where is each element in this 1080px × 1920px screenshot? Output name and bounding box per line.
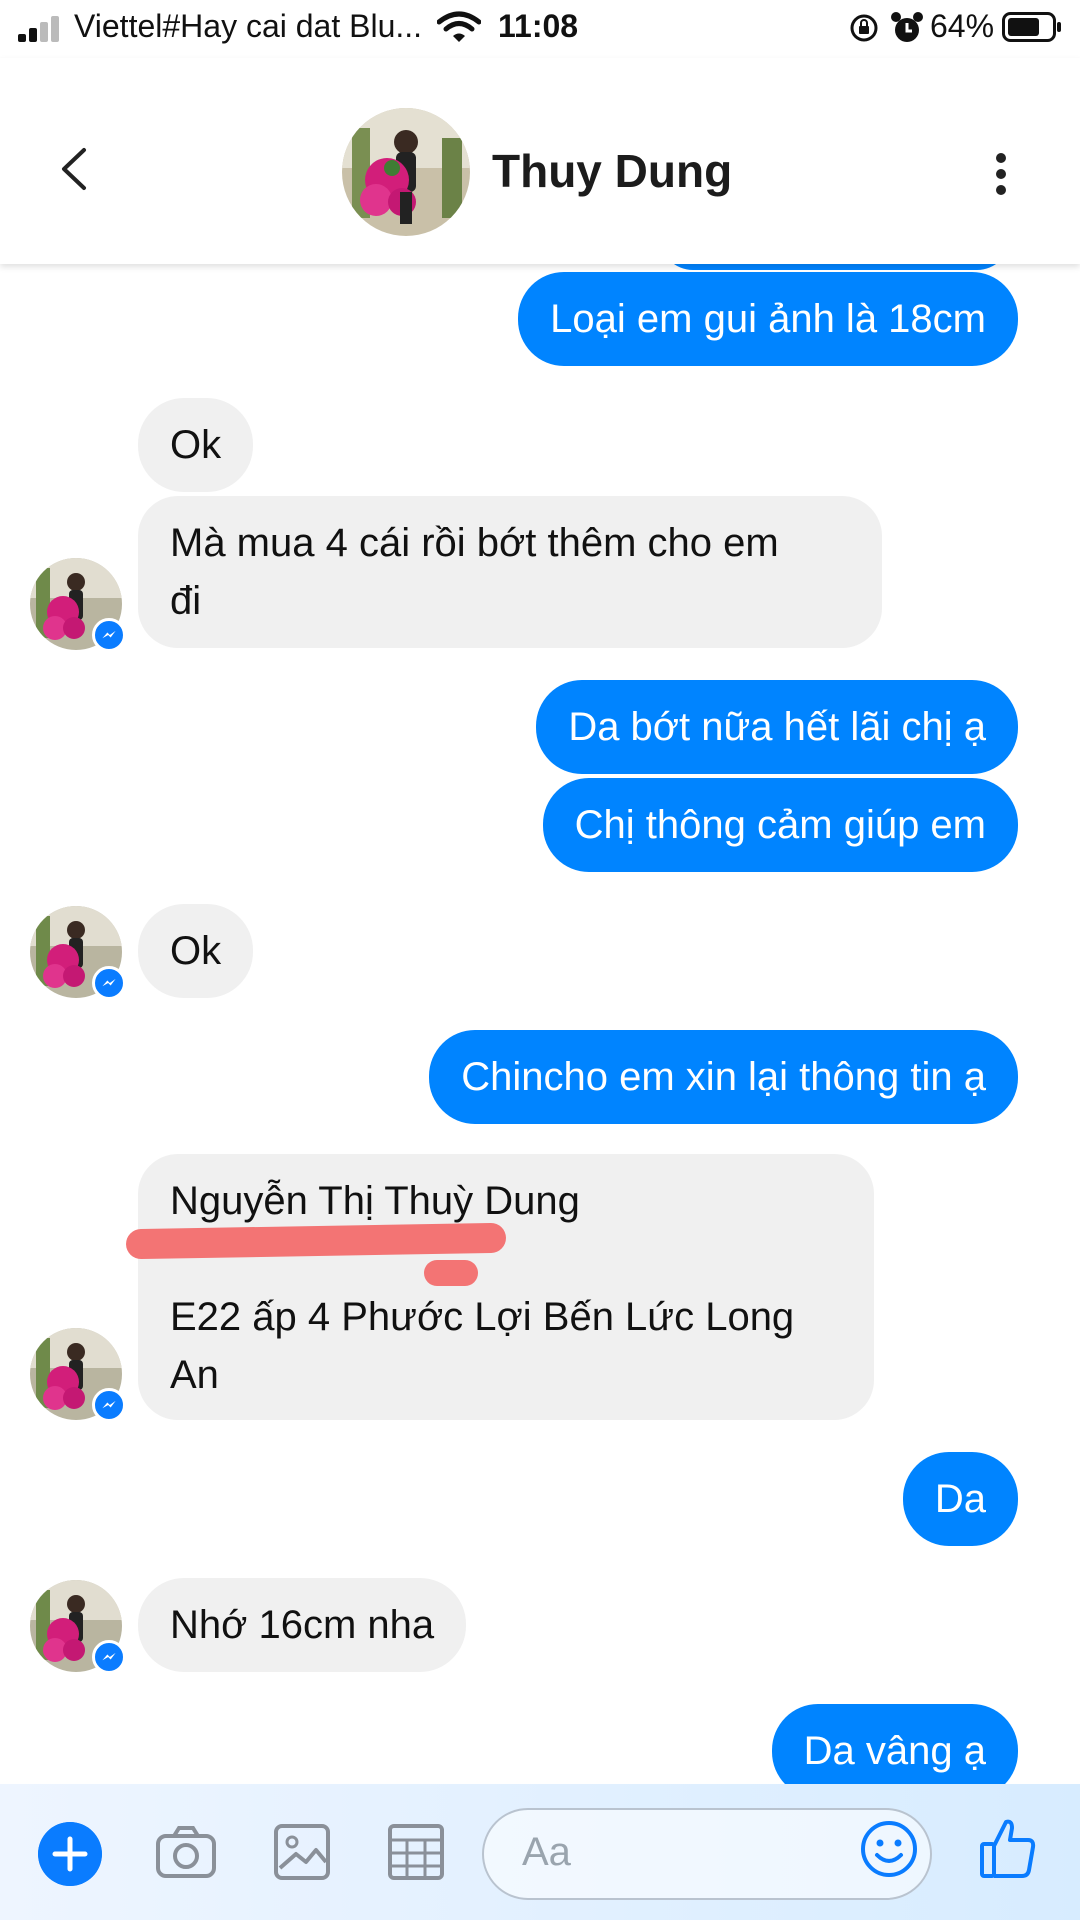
wifi-icon bbox=[437, 11, 481, 42]
status-time: 11:08 bbox=[498, 8, 579, 44]
battery-percentage: 64% bbox=[930, 8, 995, 44]
alarm-icon bbox=[891, 12, 923, 42]
emoji-icon[interactable] bbox=[860, 1820, 918, 1878]
vertical-ellipsis-icon[interactable] bbox=[986, 150, 1016, 198]
image-icon[interactable] bbox=[270, 1822, 334, 1882]
message-bubble-outgoing[interactable]: Da bớt nữa hết lãi chị ạ bbox=[536, 680, 1018, 774]
sender-avatar[interactable] bbox=[30, 1580, 126, 1674]
message-bubble-outgoing[interactable]: Chincho em xin lại thông tin ạ bbox=[429, 1030, 1018, 1124]
message-bubble-incoming[interactable]: Ok bbox=[138, 904, 254, 998]
messenger-badge-icon bbox=[92, 1640, 126, 1674]
message-bubble-incoming[interactable]: Nguyễn Thị Thuỳ Dung E22 ấp 4 Phước Lợi … bbox=[138, 1154, 874, 1420]
message-bubble-incoming[interactable]: Mà mua 4 cái rồi bớt thêm cho em đi bbox=[138, 496, 882, 648]
contact-name[interactable]: Thuy Dung bbox=[492, 144, 732, 198]
plus-icon[interactable] bbox=[38, 1822, 102, 1886]
messenger-badge-icon bbox=[92, 618, 126, 652]
messenger-badge-icon bbox=[92, 966, 126, 1000]
sender-avatar[interactable] bbox=[30, 1328, 126, 1422]
rotation-lock-icon bbox=[850, 14, 878, 42]
message-bubble-outgoing[interactable]: Da vâng ạ bbox=[771, 1704, 1018, 1784]
message-input-placeholder: Aa bbox=[522, 1830, 571, 1874]
battery-icon bbox=[1002, 12, 1061, 42]
message-bubble-outgoing-partial bbox=[660, 264, 1010, 270]
message-list[interactable]: Loại em gui ảnh là 18cm Ok Mà mua 4 cái … bbox=[0, 264, 1080, 1784]
contact-avatar[interactable] bbox=[342, 108, 470, 236]
carrier-name: Viettel#Hay cai dat Blu... bbox=[74, 8, 423, 44]
message-bubble-outgoing[interactable]: Chị thông cảm giúp em bbox=[542, 778, 1018, 872]
conversation-header: Thuy Dung bbox=[0, 58, 1080, 264]
message-composer: Aa bbox=[0, 1784, 1080, 1920]
sender-avatar[interactable] bbox=[30, 906, 126, 1000]
redaction-mark bbox=[424, 1260, 478, 1286]
signal-strength-icon bbox=[18, 14, 62, 42]
message-bubble-outgoing[interactable]: Da bbox=[902, 1452, 1018, 1546]
back-chevron-icon[interactable] bbox=[56, 146, 92, 192]
status-bar: Viettel#Hay cai dat Blu... 11:08 64% bbox=[0, 0, 1080, 58]
grid-icon[interactable] bbox=[384, 1822, 448, 1882]
thumbs-up-icon[interactable] bbox=[978, 1816, 1038, 1880]
message-bubble-incoming[interactable]: Nhớ 16cm nha bbox=[138, 1578, 467, 1672]
sender-avatar[interactable] bbox=[30, 558, 126, 652]
message-bubble-outgoing[interactable]: Loại em gui ảnh là 18cm bbox=[518, 272, 1018, 366]
message-bubble-incoming[interactable]: Ok bbox=[138, 398, 254, 492]
messenger-badge-icon bbox=[92, 1388, 126, 1422]
camera-icon[interactable] bbox=[154, 1822, 218, 1882]
